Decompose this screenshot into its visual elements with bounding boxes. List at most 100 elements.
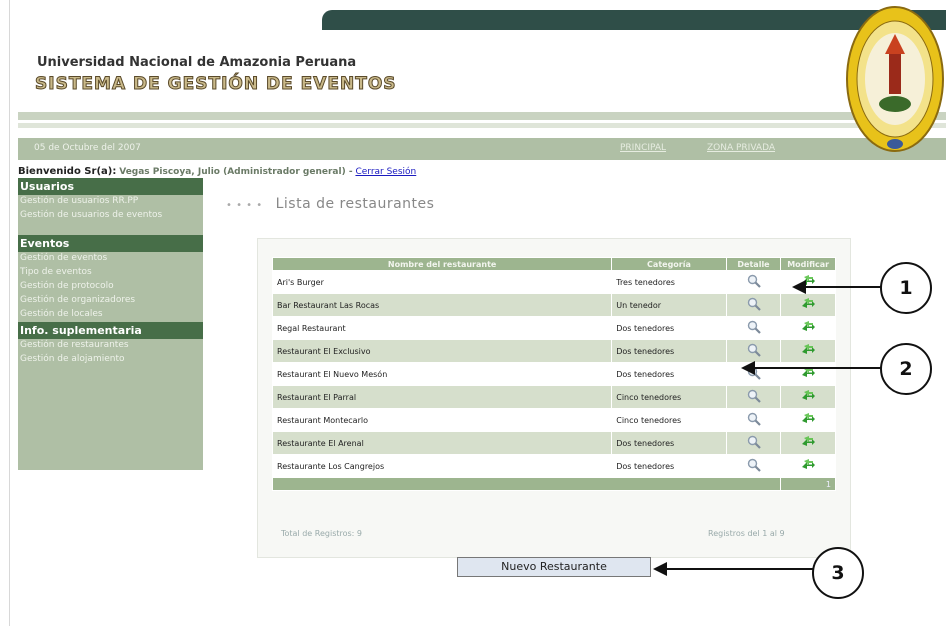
green-arrows-icon[interactable] [800,459,816,474]
nav-link-zona-privada[interactable]: ZONA PRIVADA [707,143,775,153]
detail-cell [725,454,782,478]
modify-cell [780,408,836,432]
welcome-user: Vegas Piscoya, Julio (Administrador gene… [119,167,353,177]
welcome-line: Bienvenido Sr(a): Vegas Piscoya, Julio (… [18,166,416,177]
page-title-wrap: • • • • Lista de restaurantes [226,196,434,212]
table-row: Restaurant Montecarlo Cinco tenedores [271,408,836,432]
sidebar-item-usuarios-rrpp[interactable]: Gestión de usuarios RR.PP [18,195,203,209]
green-arrows-icon[interactable] [800,390,816,405]
sidebar-item-restaurantes[interactable]: Gestión de restaurantes [18,339,203,353]
green-arrows-icon[interactable] [800,413,816,428]
header-band [18,112,946,120]
callout-3: 3 [812,547,864,599]
date-bar [18,138,946,160]
sidebar-item-usuarios-eventos[interactable]: Gestión de usuarios de eventos [18,209,203,235]
modify-cell [780,339,836,363]
restaurant-name: Restaurante El Arenal [271,431,613,455]
detail-cell [725,385,782,409]
sidebar-item-locales[interactable]: Gestión de locales [18,308,203,322]
modify-cell [780,454,836,478]
callout-1-arrowhead [792,280,806,294]
restaurant-category: Dos tenedores [611,362,727,386]
modify-cell [780,362,836,386]
restaurant-name: Regal Restaurant [271,316,613,340]
table-row: Restaurante El Arenal Dos tenedores [271,431,836,455]
magnifier-icon[interactable] [747,297,761,313]
restaurant-category: Cinco tenedores [611,408,727,432]
detail-cell [725,339,782,363]
restaurant-category: Cinco tenedores [611,385,727,409]
sidebar-item-gestion-eventos[interactable]: Gestión de eventos [18,252,203,266]
current-date: 05 de Octubre del 2007 [34,143,141,153]
callout-2-arrow [754,367,881,369]
restaurant-category: Un tenedor [611,293,727,317]
magnifier-icon[interactable] [747,274,761,290]
modify-cell [780,431,836,455]
logout-link[interactable]: Cerrar Sesión [355,167,416,177]
footer-spacer [271,477,782,491]
new-restaurant-button[interactable]: Nuevo Restaurante [457,557,651,577]
restaurant-name: Bar Restaurant Las Rocas [271,293,613,317]
detail-cell [725,270,782,294]
green-arrows-icon[interactable] [800,344,816,359]
restaurant-name: Ari's Burger [271,270,613,294]
col-header-category[interactable]: Categoría [611,257,727,271]
page-number[interactable]: 1 [780,477,836,491]
magnifier-icon[interactable] [747,458,761,474]
modify-cell [780,293,836,317]
sidebar-item-tipo-eventos[interactable]: Tipo de eventos [18,266,203,280]
magnifier-icon[interactable] [747,320,761,336]
magnifier-icon[interactable] [747,389,761,405]
table-row: Regal Restaurant Dos tenedores [271,316,836,340]
restaurant-category: Dos tenedores [611,454,727,478]
magnifier-icon[interactable] [747,435,761,451]
callout-3-arrowhead [653,562,667,576]
col-header-detail: Detalle [725,257,782,271]
modify-cell [780,270,836,294]
sidebar-header-info: Info. suplementaria [18,322,203,339]
table-row: Restaurant El Exclusivo Dos tenedores [271,339,836,363]
callout-3-arrow [666,568,814,570]
callout-1-arrow [805,286,881,288]
restaurant-category: Tres tenedores [611,270,727,294]
header-band-thin [18,123,946,128]
page-title: Lista de restaurantes [275,196,435,212]
green-arrows-icon[interactable] [800,321,816,336]
detail-cell [725,408,782,432]
restaurant-name: Restaurant Montecarlo [271,408,613,432]
title-dots: • • • • [226,200,263,211]
detail-cell [725,293,782,317]
university-seal-icon [846,6,944,152]
nav-link-principal[interactable]: PRINCIPAL [620,143,666,153]
modify-cell [780,316,836,340]
magnifier-icon[interactable] [747,343,761,359]
restaurant-name: Restaurant El Exclusivo [271,339,613,363]
restaurant-name: Restaurant El Nuevo Mesón [271,362,613,386]
magnifier-icon[interactable] [747,412,761,428]
table-row: Bar Restaurant Las Rocas Un tenedor [271,293,836,317]
table-row: Restaurante Los Cangrejos Dos tenedores [271,454,836,478]
sidebar-menu: Usuarios Gestión de usuarios RR.PP Gesti… [18,178,203,470]
callout-2-arrowhead [741,361,755,375]
university-name: Universidad Nacional de Amazonia Peruana [37,55,357,70]
sidebar-header-usuarios: Usuarios [18,178,203,195]
table-footer: 1 [271,477,836,491]
restaurant-category: Dos tenedores [611,431,727,455]
green-arrows-icon[interactable] [800,367,816,382]
restaurant-name: Restaurant El Parral [271,385,613,409]
restaurant-name: Restaurante Los Cangrejos [271,454,613,478]
table-row: Ari's Burger Tres tenedores [271,270,836,294]
sidebar-item-alojamiento[interactable]: Gestión de alojamiento [18,353,203,367]
col-header-modify: Modificar [780,257,836,271]
table-row: Restaurant El Parral Cinco tenedores [271,385,836,409]
sidebar-item-organizadores[interactable]: Gestión de organizadores [18,294,203,308]
green-arrows-icon[interactable] [800,298,816,313]
sidebar-item-protocolo[interactable]: Gestión de protocolo [18,280,203,294]
callout-1: 1 [880,262,932,314]
col-header-name[interactable]: Nombre del restaurante [271,257,613,271]
green-arrows-icon[interactable] [800,436,816,451]
welcome-label: Bienvenido Sr(a): [18,166,117,177]
restaurant-category: Dos tenedores [611,316,727,340]
detail-cell [725,431,782,455]
detail-cell [725,316,782,340]
